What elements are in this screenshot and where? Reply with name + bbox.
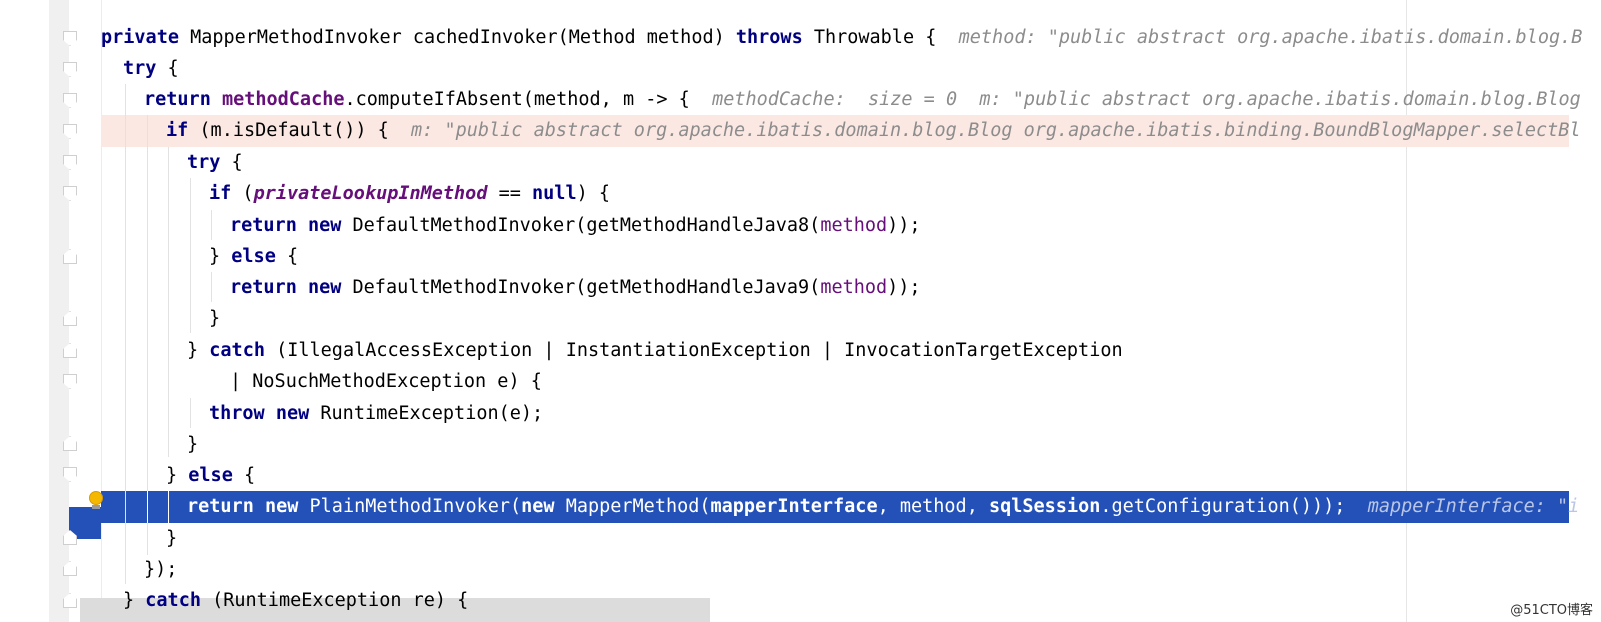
inline-debug-hint: method: "public abstract org.apache.ibat…	[958, 27, 1583, 48]
code-line[interactable]: });	[144, 554, 177, 586]
watermark: @51CTO博客	[1510, 603, 1593, 618]
code-line[interactable]: try {	[187, 147, 243, 179]
indent-guide	[125, 84, 126, 584]
indent-guide	[168, 147, 169, 457]
code-line[interactable]: return methodCache.computeIfAbsent(metho…	[144, 84, 1581, 116]
lightbulb-base	[92, 505, 100, 509]
code-line[interactable]: return new DefaultMethodInvoker(getMetho…	[230, 272, 921, 304]
code-line[interactable]: } catch (IllegalAccessException | Instan…	[187, 335, 1123, 367]
code-line[interactable]: } else {	[209, 241, 298, 273]
code-line[interactable]: throw new RuntimeException(e);	[209, 398, 543, 430]
indent-guide	[211, 210, 212, 240]
indent-guide	[168, 491, 169, 523]
indent-guide	[211, 272, 212, 302]
code-line[interactable]: }	[166, 523, 177, 555]
inline-debug-hint: mapperInterface: "i	[1367, 496, 1580, 517]
inline-debug-hint: methodCache: size = 0 m: "public abstrac…	[712, 89, 1581, 110]
indent-guide	[190, 178, 191, 333]
lightbulb-icon[interactable]	[89, 491, 103, 505]
code-line[interactable]: if (privateLookupInMethod == null) {	[209, 178, 610, 210]
code-line[interactable]: try {	[123, 53, 179, 85]
code-line[interactable]: | NoSuchMethodException e) {	[230, 366, 542, 398]
inline-debug-hint: m: "public abstract org.apache.ibatis.do…	[411, 120, 1581, 141]
code-line[interactable]: }	[187, 429, 198, 461]
code-line[interactable]: return new DefaultMethodInvoker(getMetho…	[230, 210, 921, 242]
indent-guide	[147, 491, 148, 523]
indent-guide	[147, 115, 148, 555]
indent-guide	[190, 398, 191, 428]
code-line[interactable]: }	[209, 303, 220, 335]
code-line[interactable]: } catch (RuntimeException re) {	[123, 585, 468, 617]
code-line[interactable]: private MapperMethodInvoker cachedInvoke…	[101, 22, 1582, 54]
code-line-current[interactable]: return new PlainMethodInvoker(new Mapper…	[187, 491, 1579, 523]
code-line[interactable]: if (m.isDefault()) { m: "public abstract…	[166, 115, 1581, 147]
code-line[interactable]: } else {	[166, 460, 255, 492]
